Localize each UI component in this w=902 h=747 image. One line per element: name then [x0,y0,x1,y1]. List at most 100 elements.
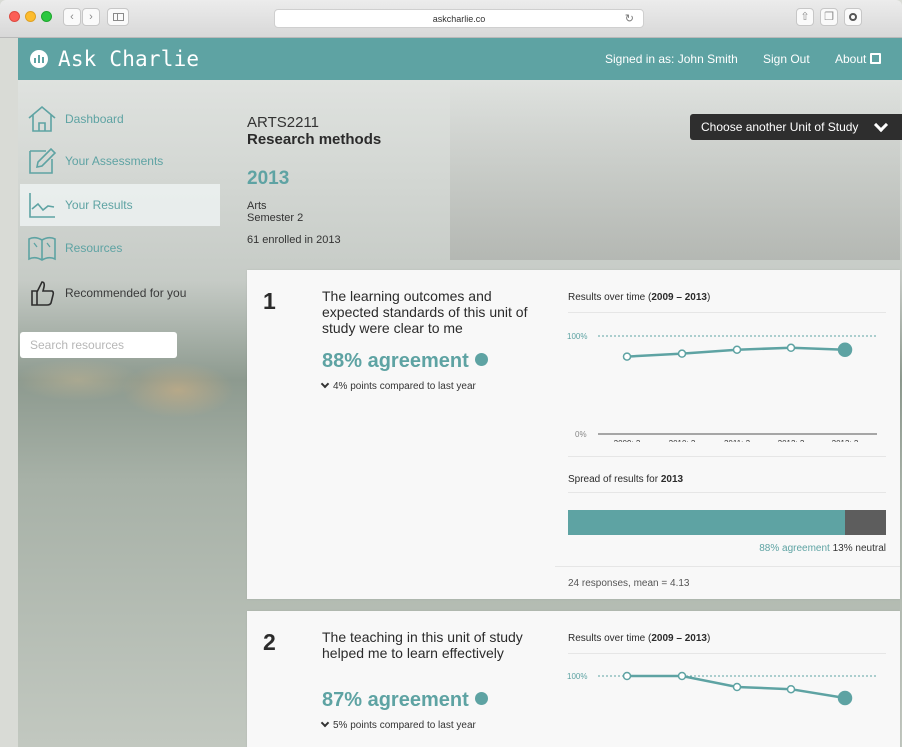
question-card: 2 The teaching in this unit of study hel… [247,611,900,747]
sidebar-item-dashboard[interactable]: Dashboard [20,98,220,140]
sidebar-icon [112,13,124,21]
divider [568,492,886,493]
search-resources-input[interactable] [20,332,177,358]
sidebar-item-recommended[interactable]: Recommended for you [20,272,220,314]
spread-title-prefix: Spread of results for [568,474,661,485]
unit-code: ARTS2211 [247,114,319,131]
reload-icon[interactable]: ↻ [625,10,634,28]
agreement-value: 88% agreement [322,350,488,373]
divider [568,312,886,313]
data-point [732,345,742,354]
chart-title-prefix: Results over time ( [568,633,652,644]
spread-title-year: 2013 [660,474,684,485]
choose-unit-button[interactable]: Choose another Unit of Study [690,114,902,140]
sidebar-item-results[interactable]: Your Results [20,184,220,226]
comparison-text: 5% points compared to last year [320,718,476,731]
current-data-point [837,690,853,706]
share-icon: ⇧ [800,11,810,23]
divider [568,456,886,457]
caret-down-icon [320,718,330,728]
sidebar-item-label: Your Results [65,198,133,212]
spread-legend: 88% agreement 13% neutral [759,543,886,554]
unit-year: 2013 [247,168,290,189]
about-link[interactable]: About [835,52,882,66]
data-point [786,343,796,353]
unit-faculty: Arts [247,200,267,212]
sidebar-item-label: Resources [65,241,123,255]
browser-chrome: ‹ › askcharlie.co ↻ ⇧ ❐ [0,0,902,38]
line-chart-icon [29,193,55,218]
sidebar-item-resources[interactable]: Resources [20,227,220,269]
toggle-sidebar-button[interactable] [107,8,129,26]
sidebar-item-label: Dashboard [65,112,124,126]
x-tick-label: 2010: 2 [669,439,696,442]
data-point [677,671,687,681]
x-tick-label: 2009: 2 [614,439,641,442]
data-point [622,352,632,361]
comparison-text: 4% points compared to last year [320,379,476,392]
back-button[interactable]: ‹ [63,8,81,26]
divider [568,653,886,654]
x-tick-label: 2013: 2 [832,439,859,442]
choose-unit-label: Choose another Unit of Study [701,120,859,134]
show-tabs-button[interactable]: ❐ [820,8,838,26]
close-window-button[interactable] [9,11,20,22]
enrolled-count: 61 enrolled in 2013 [247,234,341,246]
comparison-label: 5% points compared to last year [333,720,476,731]
address-bar[interactable]: askcharlie.co ↻ [274,9,644,28]
spread-bar [568,510,886,535]
caret-down-icon [320,379,330,389]
chart-title-suffix: ) [706,633,711,644]
y-tick-label: 0% [575,430,587,439]
y-tick-label: 100% [567,332,587,341]
data-point [786,684,796,694]
signed-in-label: Signed in as: John Smith [605,52,738,66]
chevron-right-icon: › [89,11,93,23]
background-overlay [450,80,900,260]
app-name[interactable]: Ask Charlie [58,47,199,71]
card-footer: 24 responses, mean = 4.13 [555,566,900,599]
spread-title: Spread of results for 2013 [568,474,683,485]
y-tick-label: 100% [567,672,587,681]
unit-semester: Semester 2 [247,212,304,224]
spread-agree-label: 88% agreement [759,543,830,554]
zoom-window-button[interactable] [41,11,52,22]
x-tick-label: 2011: 2 [724,439,751,442]
pencil-icon [29,147,57,174]
spread-bar-agreement [568,510,845,535]
chart-title: Results over time (2009 – 2013) [568,292,710,303]
chart-title: Results over time (2009 – 2013) [568,633,710,644]
sidebar-item-assessments[interactable]: Your Assessments [20,140,220,182]
chart-title-range: 2009 – 2013 [651,633,707,644]
chart-title-suffix: ) [706,292,711,303]
agreement-label: 88% agreement [322,350,469,372]
agreement-dot-icon [474,353,488,366]
chart-title-prefix: Results over time ( [568,292,652,303]
minimize-window-button[interactable] [25,11,36,22]
sidebar: Dashboard Your Assessments Your Results … [18,80,220,747]
question-number: 2 [263,629,276,655]
app-header: Ask Charlie Signed in as: John Smith Sig… [18,38,902,80]
unit-name: Research methods [247,131,382,148]
results-over-time-chart: 100% [567,671,877,706]
question-card: 1 The learning outcomes and expected sta… [247,270,900,599]
chevron-down-icon [873,117,889,133]
url-text: askcharlie.co [432,14,486,24]
thumbs-up-icon [31,281,55,306]
chart-title-range: 2009 – 2013 [651,292,707,303]
about-label: About [835,52,867,66]
question-text: The teaching in this unit of study helpe… [322,629,523,661]
sidebar-item-label: Recommended for you [65,286,187,300]
question-text: The learning outcomes and expected stand… [322,288,528,336]
comparison-label: 4% points compared to last year [333,381,476,392]
data-point [622,671,632,681]
extension-button[interactable] [844,8,862,26]
extension-icon [849,13,857,21]
responses-summary: 24 responses, mean = 4.13 [568,578,690,589]
share-button[interactable]: ⇧ [796,8,814,26]
current-data-point [837,342,853,357]
agreement-dot-icon [474,692,488,705]
results-over-time-chart: 100% 0% 2009: 2 2010: 2 2011: 2 2012: 2 2013: … [567,332,877,442]
forward-button[interactable]: › [82,8,100,26]
sign-out-link[interactable]: Sign Out [763,52,810,66]
